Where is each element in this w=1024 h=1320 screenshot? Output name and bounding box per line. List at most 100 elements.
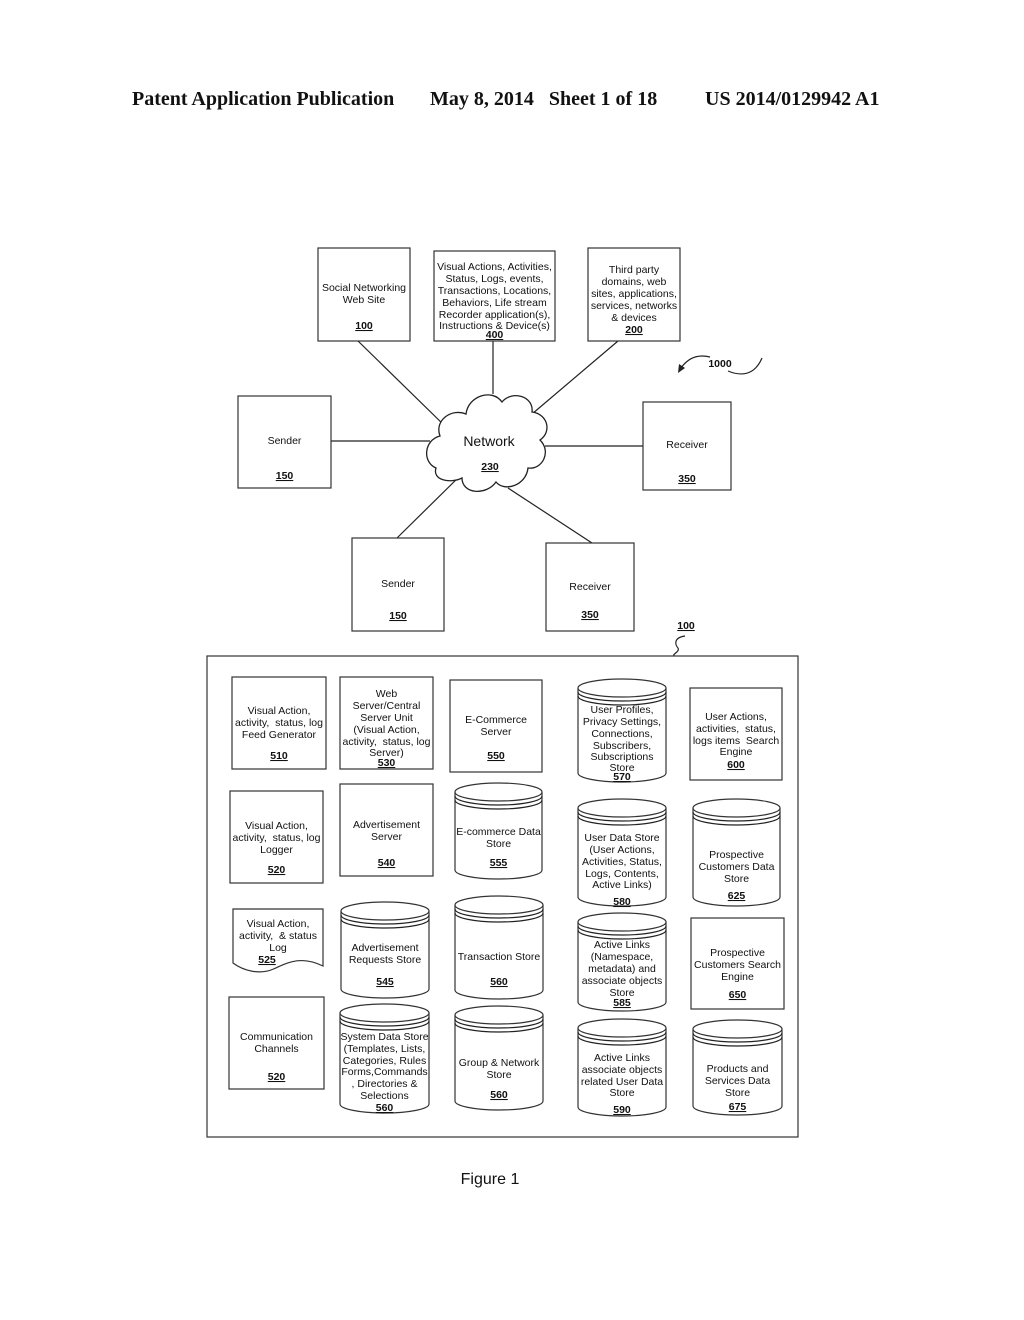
- cylinder-top: [577, 1018, 667, 1038]
- cylinder-top: [339, 1003, 430, 1023]
- component-ref-number: 545: [376, 976, 394, 988]
- component-560-cylinder: System Data Store(Templates, Lists,Categ…: [339, 1003, 430, 1114]
- component-label: Customers Search: [694, 959, 781, 971]
- component-label: Log: [269, 942, 287, 954]
- network-cloud: Network 230: [426, 394, 548, 492]
- component-625-cylinder: ProspectiveCustomers DataStore 625: [692, 798, 781, 907]
- reference-squiggle: [727, 357, 763, 375]
- component-550-box: E-CommerceServer 550: [449, 679, 543, 773]
- component-label: Services Data: [705, 1075, 771, 1087]
- cylinder-top: [340, 901, 430, 921]
- component-label: metadata) and: [588, 963, 656, 975]
- component-label: activity, status, log: [235, 717, 323, 729]
- cylinder-top: [454, 782, 543, 802]
- component-label: associate objects: [582, 975, 663, 987]
- node-label: Visual Actions, Activities,: [437, 261, 552, 273]
- node-label: Web Site: [343, 294, 386, 306]
- node-label: Status, Logs, events,: [445, 273, 543, 285]
- component-label: (User Actions,: [589, 844, 654, 856]
- cylinder-top: [454, 895, 544, 915]
- node-label: Receiver: [569, 581, 611, 593]
- component-label: Selections: [360, 1090, 408, 1102]
- component-label: , Directories &: [352, 1078, 418, 1090]
- node-social: Social NetworkingWeb Site 100: [317, 247, 411, 342]
- component-label: Server: [481, 726, 512, 738]
- component-label: Prospective: [709, 849, 764, 861]
- component-650-box: ProspectiveCustomers SearchEngine 650: [690, 917, 785, 1010]
- node-sender2: Sender 150: [351, 537, 445, 632]
- component-ref-number: 525: [258, 954, 276, 966]
- component-label: Advertisement: [351, 942, 418, 954]
- component-label: Visual Action,: [247, 918, 310, 930]
- cylinder-top: [577, 912, 667, 932]
- platform-reference: 100: [673, 620, 695, 657]
- component-ref-number: 675: [729, 1101, 747, 1113]
- component-label: Store: [725, 1087, 750, 1099]
- cylinder-top: [577, 798, 667, 818]
- component-label: associate objects: [582, 1064, 663, 1076]
- component-545-cylinder: AdvertisementRequests Store 545: [340, 901, 430, 999]
- component-label: Products and: [707, 1063, 769, 1075]
- node-label: Receiver: [666, 439, 708, 451]
- component-label: Communication: [240, 1031, 313, 1043]
- component-ref-number: 520: [268, 864, 286, 876]
- component-label: Active Links): [592, 879, 652, 891]
- node-label: Sender: [268, 435, 302, 447]
- node-label: services, networks: [591, 300, 677, 312]
- component-label: activities, status,: [696, 723, 776, 735]
- component-label: Prospective: [710, 947, 765, 959]
- component-label: User Profiles,: [590, 704, 653, 716]
- component-label: Visual Action,: [245, 820, 308, 832]
- component-label: Channels: [254, 1043, 298, 1055]
- system-reference: 1000: [678, 355, 763, 375]
- component-520-box: CommunicationChannels 520: [228, 996, 325, 1090]
- component-label: Group & Network: [459, 1057, 540, 1069]
- component-ref-number: 540: [378, 857, 396, 869]
- component-label: (Visual Action,: [353, 724, 419, 736]
- component-560-cylinder: Group & NetworkStore 560: [454, 1005, 544, 1111]
- component-label: Server: [371, 831, 402, 843]
- node-ref-number: 150: [389, 610, 407, 622]
- node-thirdparty: Third partydomains, websites, applicatio…: [587, 247, 681, 342]
- node-label: Social Networking: [322, 282, 406, 294]
- component-ref-number: 560: [490, 976, 508, 988]
- component-label: activity, & status: [239, 930, 317, 942]
- component-label: Activities, Status,: [582, 856, 662, 868]
- component-ref-number: 530: [378, 757, 396, 769]
- component-ref-number: 560: [490, 1089, 508, 1101]
- node-label: domains, web: [602, 276, 667, 288]
- network-ref-number: 230: [481, 461, 499, 473]
- system-diagram: Social NetworkingWeb Site 100 Visual Actio…: [206, 247, 799, 1188]
- node-ref-number: 150: [276, 470, 294, 482]
- node-sender1: Sender 150: [237, 395, 332, 489]
- component-label: Store: [609, 1087, 634, 1099]
- reference-arrow: [680, 355, 711, 369]
- node-ref-number: 350: [581, 609, 599, 621]
- component-ref-number: 560: [376, 1102, 394, 1114]
- component-label: Transaction Store: [458, 951, 541, 963]
- node-ref-number: 350: [678, 473, 696, 485]
- component-label: User Actions,: [705, 711, 767, 723]
- component-label: Privacy Settings,: [583, 716, 661, 728]
- node-label: Sender: [381, 578, 415, 590]
- component-label: E-commerce Data: [456, 826, 541, 838]
- component-label: User Data Store: [584, 832, 659, 844]
- component-label: Visual Action,: [248, 705, 311, 717]
- node-label: Behaviors, Life stream: [442, 297, 547, 309]
- connection-line: [531, 340, 619, 415]
- node-label: Third party: [609, 264, 660, 276]
- component-label: Web: [376, 688, 398, 700]
- component-label: Server Unit: [360, 712, 413, 724]
- figure-caption: Figure 1: [461, 1171, 520, 1188]
- component-label: Requests Store: [349, 954, 422, 966]
- component-580-cylinder: User Data Store(User Actions,Activities,…: [577, 798, 667, 908]
- node-receiver2: Receiver 350: [545, 542, 635, 632]
- component-label: Advertisement: [353, 819, 420, 831]
- component-label: Engine: [720, 746, 753, 758]
- component-ref-number: 555: [490, 857, 508, 869]
- component-ref-number: 580: [613, 896, 631, 908]
- component-label: E-Commerce: [465, 714, 527, 726]
- component-ref-number: 625: [728, 890, 746, 902]
- cylinder-top: [577, 678, 667, 698]
- node-recorder: Visual Actions, Activities,Status, Logs,…: [433, 250, 556, 342]
